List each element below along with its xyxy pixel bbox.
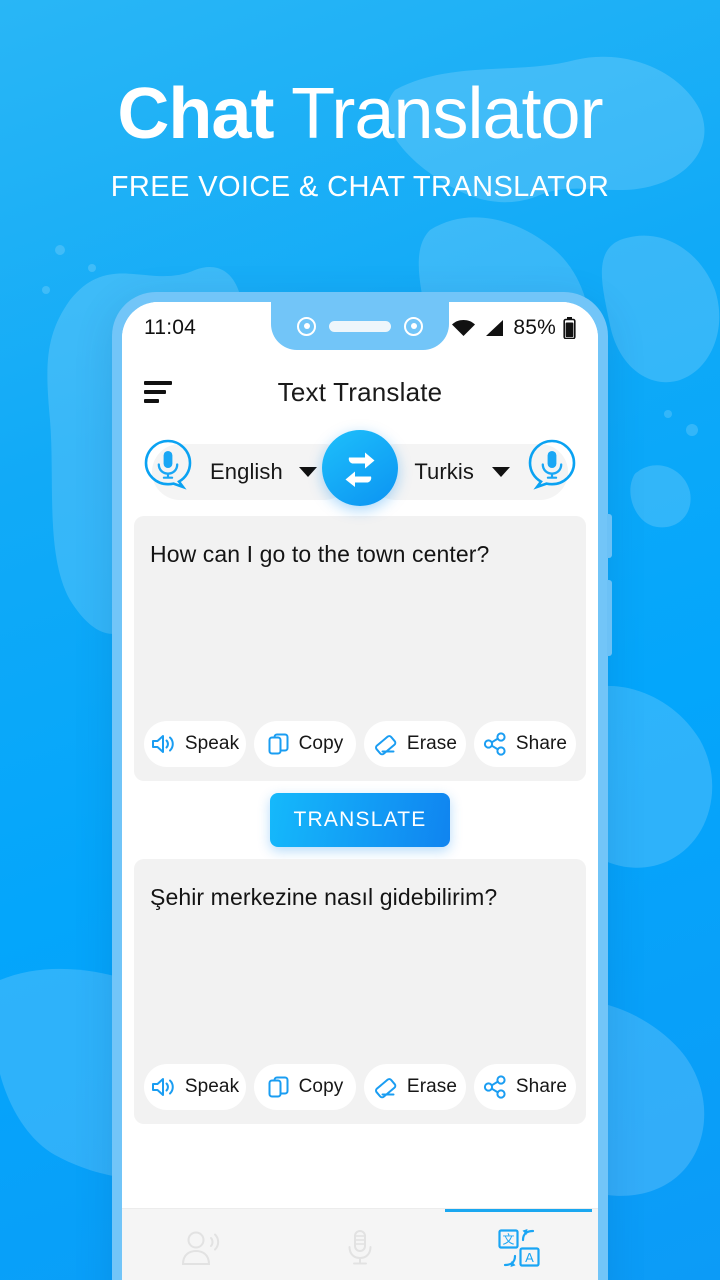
source-actions: Speak Copy Erase Share (134, 721, 586, 767)
swap-languages-button[interactable] (322, 430, 398, 506)
source-share-label: Share (515, 733, 568, 754)
translate-button-row: TRANSLATE (134, 781, 586, 859)
target-erase-button[interactable]: Erase (364, 1064, 466, 1110)
target-actions: Speak Copy Erase Share (134, 1064, 586, 1110)
target-speak-button[interactable]: Speak (144, 1064, 246, 1110)
chevron-down-icon (492, 467, 510, 477)
target-text[interactable]: Şehir merkezine nasıl gidebilirim? (134, 877, 586, 913)
camera-icon (404, 316, 423, 336)
svg-text:文: 文 (502, 1232, 514, 1247)
eraser-icon (374, 1078, 397, 1099)
share-icon (483, 1075, 506, 1099)
source-erase-label: Erase (406, 733, 458, 754)
swap-arrows-icon (345, 452, 375, 487)
promo-title-light: Translator (291, 74, 603, 154)
promo-subtitle: FREE VOICE & CHAT TRANSLATOR (110, 171, 610, 204)
target-erase-label: Erase (406, 1076, 458, 1097)
phone-mockup: 11:04 85% Text Translate English Turkis … (112, 292, 612, 1280)
share-icon (483, 732, 506, 756)
promo-heading-block: Chat Translator FREE VOICE & CHAT TRANSL… (0, 77, 720, 204)
status-time: 11:04 (144, 316, 196, 339)
person-speaking-icon (180, 1227, 222, 1269)
target-speak-label: Speak (184, 1076, 240, 1097)
promo-title: Chat Translator (0, 77, 720, 151)
eraser-icon (374, 735, 397, 756)
promo-background: Chat Translator FREE VOICE & CHAT TRANSL… (0, 0, 720, 1280)
source-text-card: How can I go to the town center? Speak C… (134, 516, 586, 781)
hamburger-menu-icon[interactable] (144, 381, 172, 403)
target-mic-bubble-icon[interactable] (526, 438, 578, 490)
language-selector-row: English Turkis (122, 430, 598, 516)
target-text-card: Şehir merkezine nasıl gidebilirim? Speak (134, 859, 586, 1124)
nav-item-speech-to-text[interactable]: Speech to Text (122, 1217, 281, 1280)
translator-body: How can I go to the town center? Speak C… (122, 516, 598, 1208)
promo-title-bold: Chat (117, 74, 274, 154)
wifi-icon (452, 320, 476, 336)
translate-button[interactable]: TRANSLATE (270, 793, 450, 847)
source-mic-bubble-icon[interactable] (142, 438, 194, 490)
source-copy-button[interactable]: Copy (254, 721, 356, 767)
svg-text:A: A (525, 1250, 534, 1265)
chevron-down-icon (298, 467, 317, 477)
source-copy-label: Copy (298, 733, 344, 754)
source-language-label: English (210, 459, 283, 484)
speaker-icon (151, 735, 174, 753)
target-language-label: Turkis (414, 459, 474, 484)
phone-volume-button (607, 514, 612, 558)
source-share-button[interactable]: Share (474, 721, 576, 767)
microphone-icon (345, 1227, 375, 1269)
source-speak-button[interactable]: Speak (144, 721, 246, 767)
phone-power-button (607, 580, 612, 656)
target-copy-label: Copy (298, 1076, 344, 1097)
text-translate-icon: 文 A (497, 1227, 541, 1269)
copy-icon (268, 733, 289, 755)
target-copy-button[interactable]: Copy (254, 1064, 356, 1110)
app-bar: Text Translate (122, 354, 598, 430)
source-text[interactable]: How can I go to the town center? (134, 534, 586, 570)
copy-icon (268, 1076, 289, 1098)
speaker-grille-icon (329, 320, 391, 332)
source-speak-label: Speak (184, 733, 240, 754)
signal-icon (486, 320, 504, 336)
target-share-button[interactable]: Share (474, 1064, 576, 1110)
bottom-navigation: Speech to Text Speak & Translate (122, 1208, 598, 1280)
battery-icon (563, 317, 576, 339)
battery-percent-label: 85% (513, 316, 556, 339)
nav-item-speak-translate[interactable]: Speak & Translate (281, 1217, 440, 1280)
page-title: Text Translate (277, 376, 443, 407)
status-indicators: 85% (451, 316, 576, 340)
camera-icon (297, 316, 316, 336)
phone-screen: 11:04 85% Text Translate English Turkis … (122, 302, 598, 1280)
speaker-icon (151, 1078, 174, 1096)
target-share-label: Share (515, 1076, 568, 1097)
phone-notch (271, 302, 449, 350)
nav-item-text-translate[interactable]: 文 A Text Translate (439, 1209, 598, 1280)
source-erase-button[interactable]: Erase (364, 721, 466, 767)
status-bar: 11:04 85% (122, 302, 598, 354)
active-tab-indicator (445, 1209, 593, 1212)
